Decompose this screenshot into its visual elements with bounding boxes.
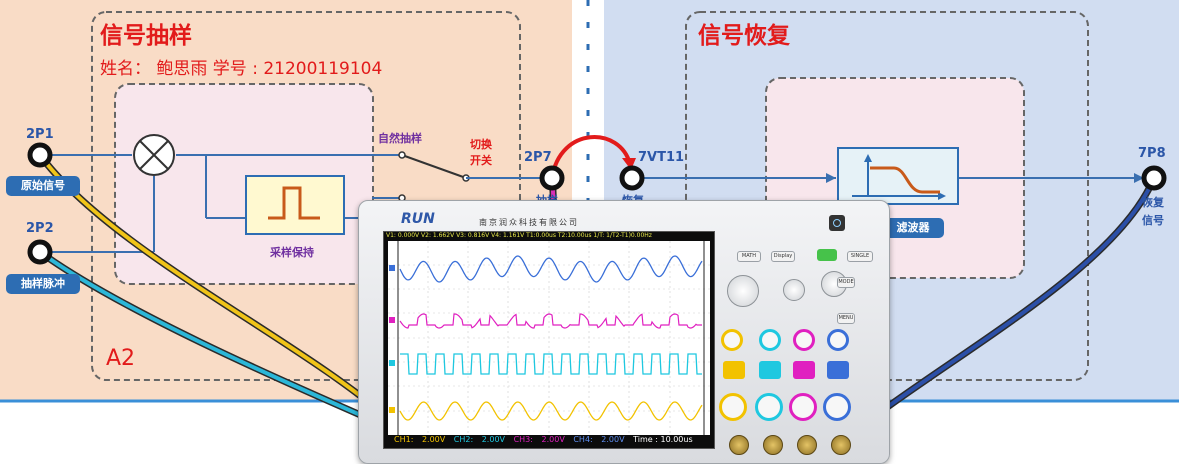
ch4-button[interactable]: [827, 361, 849, 379]
port-7p8-label: 7P8: [1138, 146, 1166, 161]
recovered-label-line1: 恢复: [1142, 196, 1164, 209]
single-button[interactable]: SINGLE: [847, 251, 873, 262]
ch2-trace: [400, 353, 702, 375]
switch-label-line2: 开关: [470, 154, 492, 167]
original-signal-button[interactable]: 原始信号: [6, 176, 80, 196]
port-2p7-label: 2P7: [524, 150, 552, 165]
ch2-label: CH2:: [453, 435, 474, 444]
ch3-bnc-connector: [797, 435, 817, 455]
ch2-bnc-connector: [763, 435, 783, 455]
ch1-trace: [399, 401, 703, 421]
run-button[interactable]: [817, 249, 837, 261]
menu-button[interactable]: MENU: [837, 313, 855, 324]
channel-footer: CH1: 2.00V CH2: 2.00V CH3: 2.00V CH4: 2.…: [394, 435, 699, 444]
ch4-bnc-connector: [831, 435, 851, 455]
ch1-label: CH1:: [394, 435, 414, 444]
scope-screen: V1: 0.000V V2: 1.662V V3: 0.816V V4: 1.1…: [383, 231, 715, 449]
timebase: Time : 10.00us: [633, 435, 693, 444]
oscilloscope: RUN 南京润众科技有限公司 V1: 0.000V V2: 1.662V V3:…: [358, 200, 890, 464]
ch4-scale-knob[interactable]: [823, 393, 851, 421]
module-label: A2: [106, 346, 136, 371]
student-info: 姓名： 鲍思雨 学号 : 21200119104: [100, 59, 383, 79]
mode-button[interactable]: MODE: [837, 277, 855, 288]
ch3-label: CH3:: [513, 435, 533, 444]
ch2-scale-knob[interactable]: [755, 393, 783, 421]
ch4-marker: [389, 265, 395, 271]
power-button[interactable]: [829, 215, 845, 231]
ch2-button[interactable]: [759, 361, 781, 379]
port-7vt11-label: 7VT11: [638, 150, 685, 165]
power-icon: [833, 219, 841, 227]
switch-label-line1: 切换: [470, 138, 492, 151]
waveform-area: [388, 241, 710, 435]
port-2p2-label: 2P2: [26, 221, 54, 236]
measurement-readout: V1: 0.000V V2: 1.662V V3: 0.816V V4: 1.1…: [386, 232, 652, 239]
position-knob[interactable]: [783, 279, 805, 301]
ch1-marker: [389, 407, 395, 413]
scope-brand: RUN: [401, 211, 435, 227]
horizontal-knob[interactable]: [727, 275, 759, 307]
ch1-bnc-connector: [729, 435, 749, 455]
recovery-panel-title: 信号恢复: [698, 23, 790, 49]
ch1-select-ring[interactable]: [721, 329, 743, 351]
ch3-marker: [389, 317, 395, 323]
ch4-trace: [399, 255, 703, 283]
sampling-panel-title: 信号抽样: [100, 23, 192, 49]
waveform-svg: [388, 241, 710, 435]
filter-button[interactable]: 滤波器: [882, 218, 944, 238]
ch3-trace: [399, 313, 702, 329]
ch3-scale: 2.00V: [541, 435, 565, 444]
recovered-label-line2: 信号: [1142, 214, 1164, 227]
ch1-scale: 2.00V: [421, 435, 446, 444]
ch3-scale-knob[interactable]: [789, 393, 817, 421]
ch2-select-ring[interactable]: [759, 329, 781, 351]
ch2-scale: 2.00V: [481, 435, 506, 444]
display-button[interactable]: Display: [771, 251, 795, 262]
ch2-marker: [389, 360, 395, 366]
sample-hold-label: 采样保持: [270, 246, 314, 259]
math-button[interactable]: MATH: [737, 251, 761, 262]
ch4-scale: 2.00V: [601, 435, 625, 444]
sampling-pulse-button[interactable]: 抽样脉冲: [6, 274, 80, 294]
ch3-button[interactable]: [793, 361, 815, 379]
ch1-scale-knob[interactable]: [719, 393, 747, 421]
ch4-select-ring[interactable]: [827, 329, 849, 351]
scope-company: 南京润众科技有限公司: [479, 218, 579, 227]
ch1-button[interactable]: [723, 361, 745, 379]
natural-sampling-label: 自然抽样: [378, 132, 422, 145]
ch3-select-ring[interactable]: [793, 329, 815, 351]
ch4-label: CH4:: [573, 435, 593, 444]
port-2p1-label: 2P1: [26, 127, 54, 142]
